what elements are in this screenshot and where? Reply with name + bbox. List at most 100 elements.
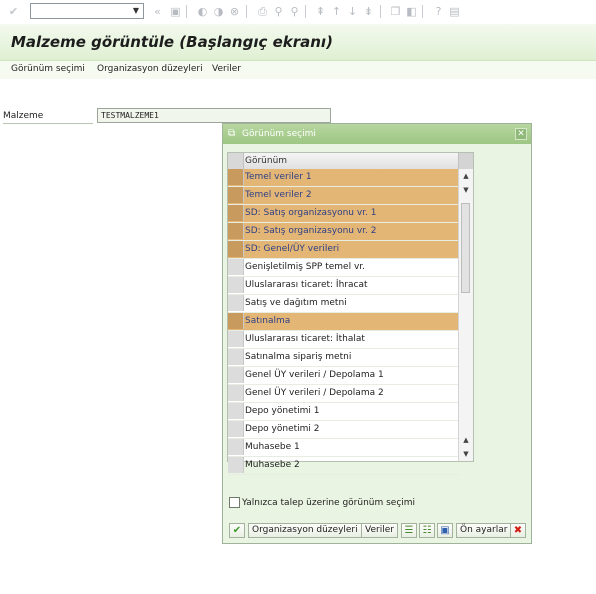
dialog-title-bar[interactable]: ⧉ Görünüm seçimi ✕ [223, 124, 531, 144]
exit-icon[interactable]: ◑ [212, 5, 225, 18]
scroll-thumb[interactable] [461, 203, 470, 293]
menu-item-view-selection[interactable]: Görünüm seçimi [11, 64, 85, 74]
back-icon[interactable]: ◐ [196, 5, 209, 18]
row-label: Temel veriler 1 [245, 172, 312, 182]
material-label: Malzeme [3, 111, 44, 121]
first-page-icon[interactable]: ⇞ [314, 5, 327, 18]
cancel-icon[interactable]: ✖ [510, 523, 526, 538]
row-selector[interactable] [228, 349, 244, 365]
table-row[interactable]: Muhasebe 1 [228, 439, 459, 457]
row-selector[interactable] [228, 295, 244, 311]
title-bar: Malzeme görüntüle (Başlangıç ekranı) [0, 24, 596, 61]
table-row[interactable]: SD: Satış organizasyonu vr. 2 [228, 223, 459, 241]
settings-icon[interactable]: ▤ [448, 5, 461, 18]
scroll-down-icon[interactable]: ▼ [461, 449, 471, 459]
find-icon[interactable]: ⚲ [272, 5, 285, 18]
row-selector[interactable] [228, 277, 244, 293]
table-settings-icon[interactable] [458, 153, 473, 169]
row-selector[interactable] [228, 331, 244, 347]
row-selector[interactable] [228, 457, 244, 473]
menu-item-org-levels[interactable]: Organizasyon düzeyleri [97, 64, 203, 74]
table-row[interactable]: Uluslararası ticaret: İthalat [228, 331, 459, 349]
view-selection-dialog: ⧉ Görünüm seçimi ✕ Görünüm Temel veriler… [222, 123, 532, 544]
row-selector[interactable] [228, 205, 244, 221]
table-row[interactable]: SD: Genel/ÜY verileri [228, 241, 459, 259]
shortcut-icon[interactable]: ◧ [405, 5, 418, 18]
row-selector[interactable] [228, 385, 244, 401]
row-label: Genel ÜY verileri / Depolama 1 [245, 370, 384, 380]
dialog-title: Görünüm seçimi [242, 129, 316, 139]
table-row[interactable]: Temel veriler 2 [228, 187, 459, 205]
back-nav-icon[interactable]: « [151, 5, 164, 18]
table-row[interactable]: Depo yönetimi 1 [228, 403, 459, 421]
row-selector[interactable] [228, 259, 244, 275]
cancel-icon[interactable]: ⊗ [228, 5, 241, 18]
table-row[interactable]: Genişletilmiş SPP temel vr. [228, 259, 459, 277]
row-label: Genel ÜY verileri / Depolama 2 [245, 388, 384, 398]
view-table: Görünüm Temel veriler 1 Temel veriler 2 … [227, 152, 474, 475]
table-header: Görünüm [228, 153, 473, 170]
row-label: SD: Satış organizasyonu vr. 2 [245, 226, 377, 236]
command-field[interactable]: ▼ [30, 3, 144, 19]
save-defaults-icon[interactable]: ▣ [437, 523, 453, 538]
row-label: Temel veriler 2 [245, 190, 312, 200]
row-label: SD: Genel/ÜY verileri [245, 244, 340, 254]
defaults-button[interactable]: Ön ayarlar [456, 523, 512, 538]
row-label: SD: Satış organizasyonu vr. 1 [245, 208, 377, 218]
table-row[interactable]: Satış ve dağıtım metni [228, 295, 459, 313]
table-row[interactable]: Muhasebe 2 [228, 457, 459, 475]
enter-icon[interactable]: ✔ [7, 5, 20, 18]
scroll-down-icon[interactable]: ▼ [461, 185, 471, 195]
row-label: Genişletilmiş SPP temel vr. [245, 262, 366, 272]
help-icon[interactable]: ? [432, 5, 445, 18]
row-selector[interactable] [228, 187, 244, 203]
org-levels-button[interactable]: Organizasyon düzeyleri [248, 523, 362, 538]
prev-page-icon[interactable]: ↑ [330, 5, 343, 18]
dropdown-icon[interactable]: ▼ [130, 5, 142, 17]
row-selector[interactable] [228, 403, 244, 419]
table-row[interactable]: Temel veriler 1 [228, 169, 459, 187]
table-row[interactable]: Genel ÜY verileri / Depolama 1 [228, 367, 459, 385]
row-label: Muhasebe 2 [245, 460, 300, 470]
column-header-view[interactable]: Görünüm [245, 156, 287, 166]
view-rows: Temel veriler 1 Temel veriler 2 SD: Satı… [228, 169, 459, 475]
last-page-icon[interactable]: ⇟ [362, 5, 375, 18]
new-session-icon[interactable]: ❐ [389, 5, 402, 18]
next-page-icon[interactable]: ↓ [346, 5, 359, 18]
row-selector[interactable] [228, 439, 244, 455]
page-title: Malzeme görüntüle (Başlangıç ekranı) [11, 33, 333, 51]
row-selector[interactable] [228, 421, 244, 437]
on-demand-checkbox[interactable] [229, 497, 240, 508]
toolbar-separator [186, 5, 187, 18]
row-label: Satınalma sipariş metni [245, 352, 352, 362]
save-icon[interactable]: ▣ [169, 5, 182, 18]
row-selector[interactable] [228, 367, 244, 383]
material-input[interactable]: TESTMALZEME1 [97, 108, 331, 123]
print-icon[interactable]: ⎙ [256, 5, 269, 18]
scroll-up-icon[interactable]: ▲ [461, 435, 471, 445]
table-row[interactable]: Satınalma sipariş metni [228, 349, 459, 367]
row-selector[interactable] [228, 169, 244, 185]
row-selector[interactable] [228, 313, 244, 329]
table-row[interactable]: Genel ÜY verileri / Depolama 2 [228, 385, 459, 403]
select-all-column[interactable] [228, 153, 244, 169]
close-icon[interactable]: ✕ [515, 128, 527, 140]
row-label: Muhasebe 1 [245, 442, 300, 452]
data-button[interactable]: Veriler [361, 523, 398, 538]
row-selector[interactable] [228, 223, 244, 239]
table-row[interactable]: Satınalma [228, 313, 459, 331]
select-all-icon[interactable]: ☰ [401, 523, 417, 538]
find-next-icon[interactable]: ⚲ [288, 5, 301, 18]
table-row[interactable]: Uluslararası ticaret: İhracat [228, 277, 459, 295]
scroll-up-icon[interactable]: ▲ [461, 171, 471, 181]
table-row[interactable]: SD: Satış organizasyonu vr. 1 [228, 205, 459, 223]
row-selector[interactable] [228, 241, 244, 257]
deselect-all-icon[interactable]: ☷ [419, 523, 435, 538]
menu-item-data[interactable]: Veriler [212, 64, 241, 74]
confirm-icon[interactable]: ✔ [229, 523, 245, 538]
row-label: Uluslararası ticaret: İhracat [245, 280, 368, 290]
row-label: Depo yönetimi 2 [245, 424, 320, 434]
table-row[interactable]: Depo yönetimi 2 [228, 421, 459, 439]
table-scrollbar[interactable]: ▲ ▼ ▲ ▼ [458, 169, 473, 461]
toolbar-separator [305, 5, 306, 18]
